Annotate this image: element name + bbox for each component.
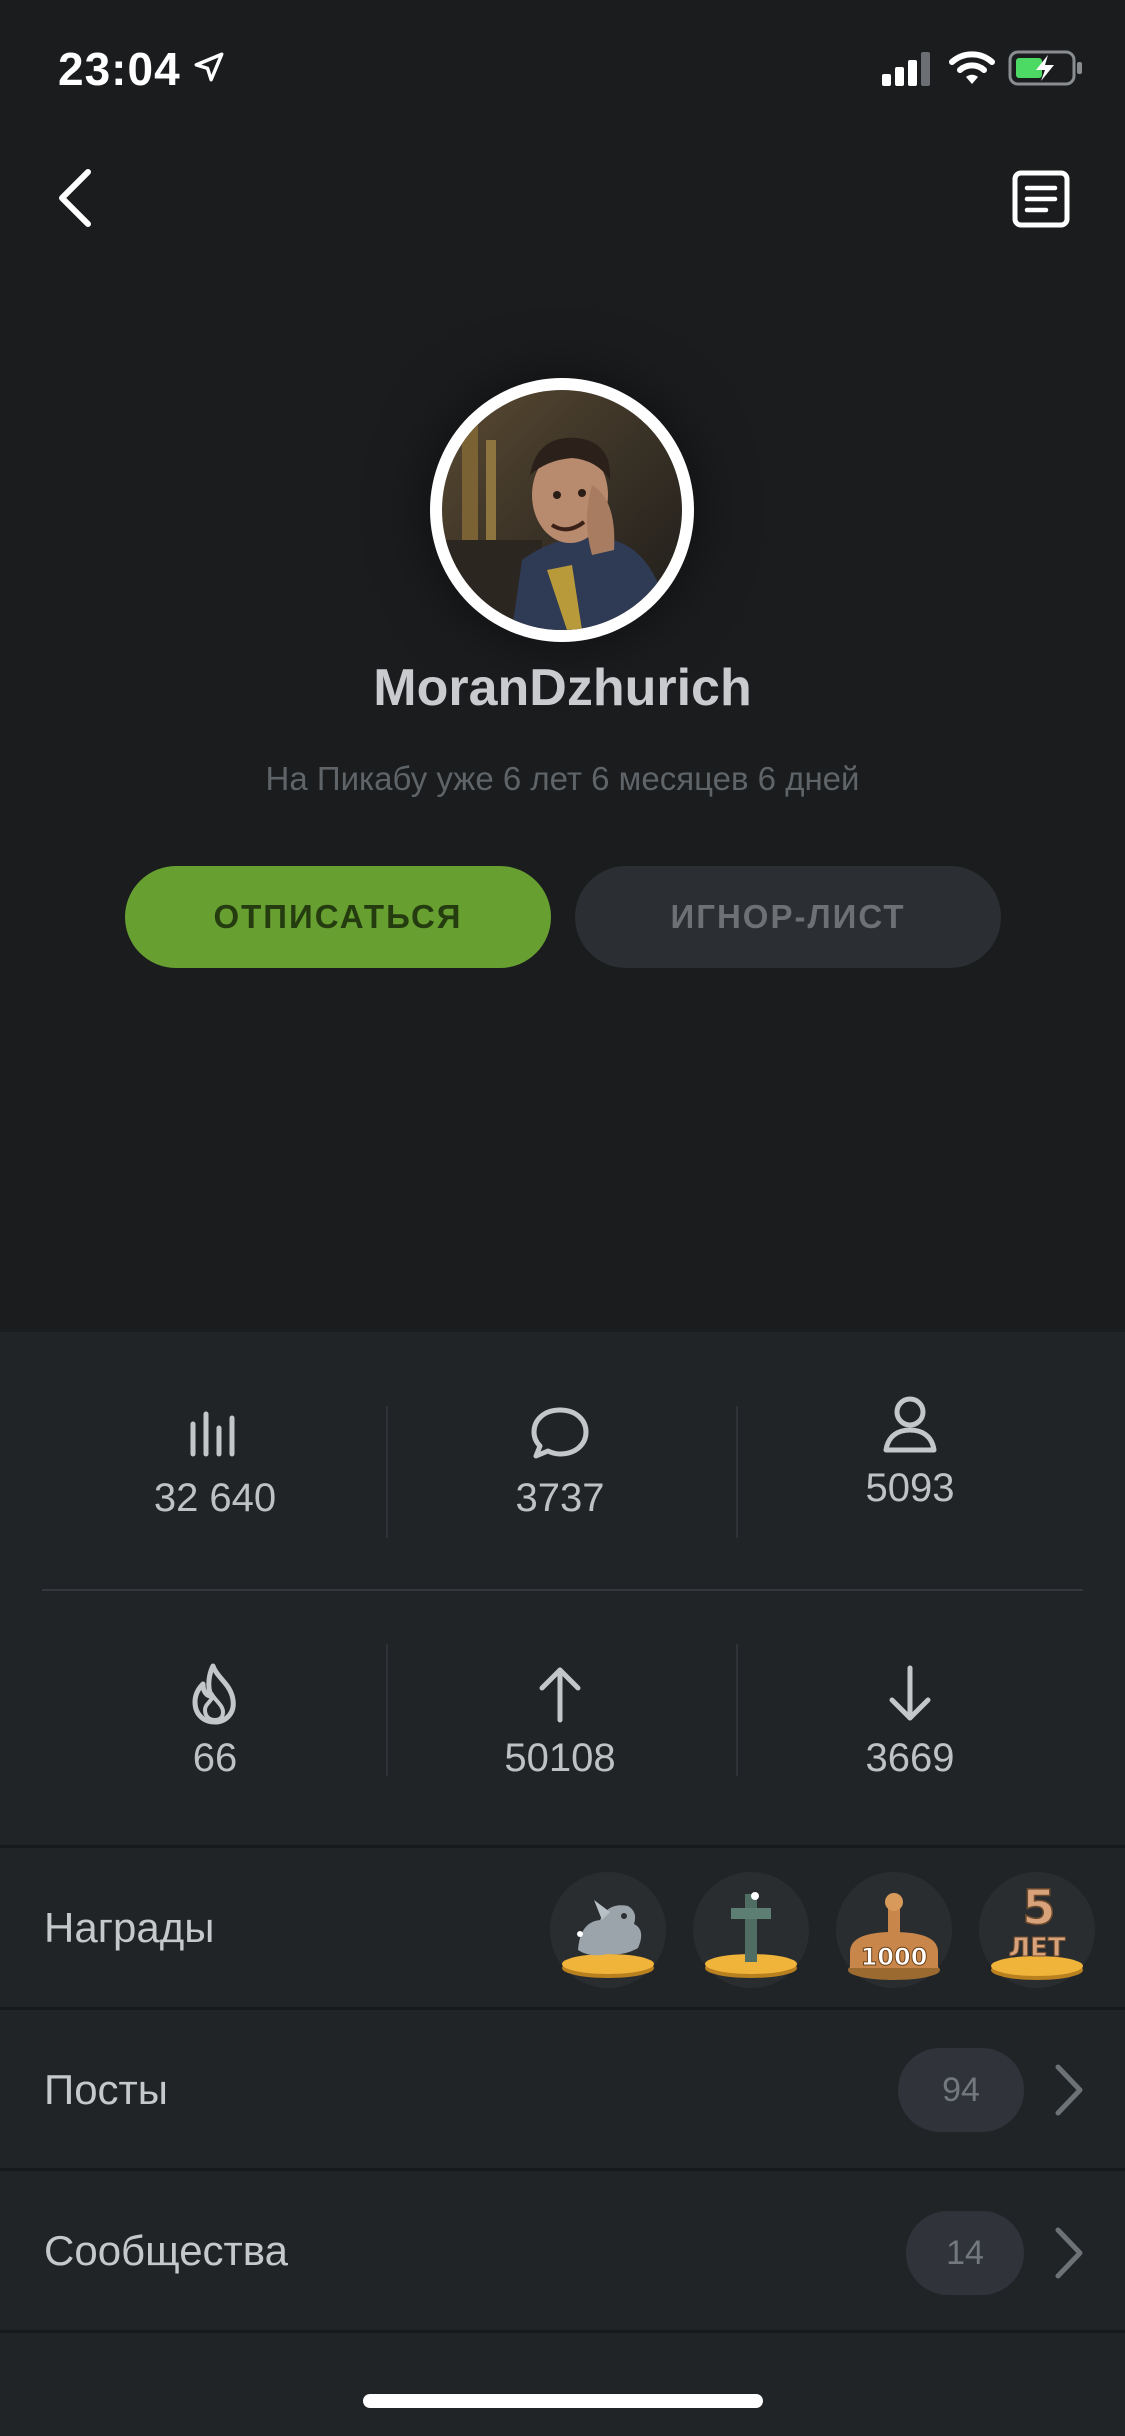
ignore-list-button[interactable]: ИГНОР-ЛИСТ (575, 866, 1001, 968)
stat-upvotes: 50108 (385, 1662, 735, 1781)
home-indicator[interactable] (363, 2394, 763, 2408)
stat-value: 3737 (515, 1476, 605, 1520)
awards-label: Награды (44, 1904, 215, 1951)
communities-count-badge: 14 (906, 2211, 1024, 2295)
status-time: 23:04 (58, 43, 181, 95)
back-chevron-icon[interactable] (52, 166, 100, 230)
profile-username: MoranDzhurich (373, 659, 752, 717)
posts-count-badge: 94 (898, 2048, 1024, 2132)
wifi-icon (949, 51, 995, 84)
arrow-down-icon (889, 1665, 931, 1721)
1000-award-icon[interactable]: 1000 (836, 1872, 952, 1988)
cross-award-icon[interactable] (693, 1872, 809, 1988)
stat-value: 66 (192, 1736, 238, 1780)
fire-icon (192, 1663, 236, 1725)
svg-text:5: 5 (1022, 1880, 1055, 1936)
stat-value: 32 640 (153, 1476, 277, 1520)
row-separator (0, 2330, 1125, 2333)
svg-text:1000: 1000 (861, 1943, 928, 1971)
status-bar: 23:04 (0, 0, 1125, 140)
stat-comments: 3737 (385, 1402, 735, 1521)
arrow-up-icon (539, 1667, 581, 1723)
5-years-award-icon[interactable]: 5 ЛЕТ (979, 1872, 1095, 1988)
unsubscribe-button[interactable]: ОТПИСАТЬСЯ (125, 866, 551, 968)
cellular-signal-icon (882, 52, 930, 86)
chart-bars-icon (190, 1411, 235, 1457)
avatar[interactable] (430, 378, 694, 642)
notes-icon[interactable] (1012, 170, 1070, 228)
stat-value: 50108 (504, 1736, 616, 1780)
stat-rating: 32 640 (40, 1402, 390, 1521)
stats-divider (42, 1589, 1083, 1591)
chevron-right-icon (1055, 2064, 1083, 2116)
communities-row[interactable]: Сообщества 14 (0, 2171, 1125, 2331)
stat-value: 3669 (865, 1736, 955, 1780)
member-since-text: На Пикабу уже 6 лет 6 месяцев 6 дней (265, 760, 860, 797)
user-icon (883, 1396, 937, 1453)
comment-icon (531, 1407, 589, 1459)
posts-label: Посты (44, 2066, 168, 2113)
stat-subscribers: 5093 (735, 1392, 1085, 1511)
battery-charging-icon (1008, 50, 1082, 86)
communities-label: Сообщества (44, 2227, 288, 2274)
stat-hot: 66 (40, 1662, 390, 1781)
location-arrow-icon (194, 52, 224, 82)
chevron-right-icon (1055, 2227, 1083, 2279)
posts-row[interactable]: Посты 94 (0, 2010, 1125, 2170)
avatar-photo (442, 390, 682, 630)
stat-downvotes: 3669 (735, 1662, 1085, 1781)
dragon-award-icon[interactable] (550, 1872, 666, 1988)
svg-text:ЛЕТ: ЛЕТ (1008, 1933, 1065, 1963)
stat-value: 5093 (865, 1466, 955, 1510)
